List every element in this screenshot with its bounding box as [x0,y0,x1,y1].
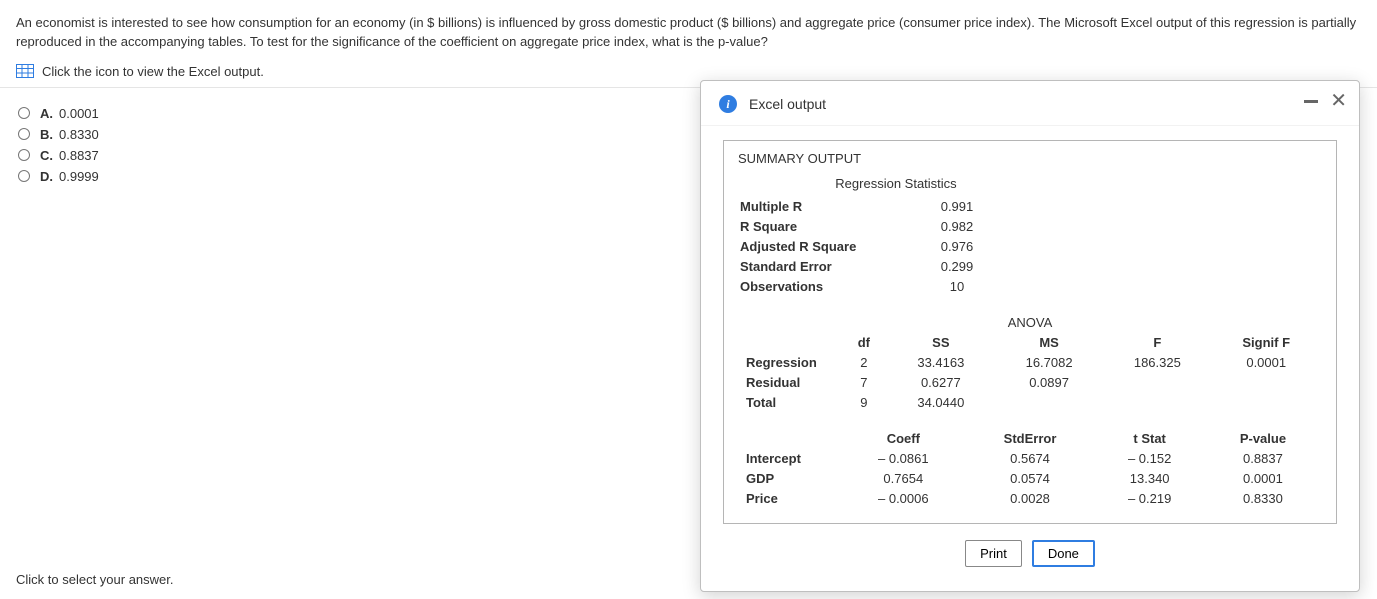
cell: – 0.219 [1095,489,1203,507]
table-icon [16,64,34,78]
cell: – 0.152 [1095,449,1203,467]
cell: Total [740,393,840,411]
cell: 0.8330 [1206,489,1320,507]
anova-header: SS [888,333,994,351]
stat-value: 10 [902,277,1012,295]
done-button[interactable]: Done [1032,540,1095,567]
option-value: 0.8330 [59,127,99,142]
stat-label: Multiple R [740,197,900,215]
modal-header: i Excel output ✕ [701,81,1359,126]
table-row: Intercept – 0.0861 0.5674 – 0.152 0.8837 [740,449,1320,467]
anova-header: F [1104,333,1210,351]
anova-header: df [842,333,886,351]
anova-title: ANOVA [740,313,1320,331]
cell: 0.8837 [1206,449,1320,467]
option-letter: A. [40,106,53,121]
cell: 34.0440 [888,393,994,411]
radio-icon[interactable] [18,149,30,161]
cell [1104,393,1210,411]
coef-header: StdError [967,429,1094,447]
stat-value: 0.991 [902,197,1012,215]
summary-output-box: SUMMARY OUTPUT Regression Statistics Mul… [723,140,1337,524]
cell: 0.5674 [967,449,1094,467]
option-letter: C. [40,148,53,163]
radio-icon[interactable] [18,128,30,140]
cell [1212,393,1320,411]
cell [996,393,1102,411]
footer-instruction: Click to select your answer. [16,572,174,587]
cell: 7 [842,373,886,391]
coef-header: P-value [1206,429,1320,447]
option-letter: D. [40,169,53,184]
close-icon[interactable]: ✕ [1330,91,1347,111]
cell: 13.340 [1095,469,1203,487]
cell: 9 [842,393,886,411]
stat-label: Adjusted R Square [740,237,900,255]
regression-statistics-table: Regression Statistics Multiple R0.991 R … [738,174,1322,297]
cell: 0.0897 [996,373,1102,391]
coef-header: Coeff [842,429,965,447]
stat-value: 0.982 [902,217,1012,235]
table-row: Residual 7 0.6277 0.0897 [740,373,1320,391]
cell: 0.6277 [888,373,994,391]
table-row: GDP 0.7654 0.0574 13.340 0.0001 [740,469,1320,487]
cell: 0.7654 [842,469,965,487]
cell: 0.0028 [967,489,1094,507]
cell: 16.7082 [996,353,1102,371]
cell: 0.0001 [1206,469,1320,487]
summary-output-title: SUMMARY OUTPUT [738,149,1322,174]
table-row: Price – 0.0006 0.0028 – 0.219 0.8330 [740,489,1320,507]
option-value: 0.9999 [59,169,99,184]
anova-header: Signif F [1212,333,1320,351]
stat-label: Standard Error [740,257,900,275]
stat-label: R Square [740,217,900,235]
question-text: An economist is interested to see how co… [0,0,1377,60]
radio-icon[interactable] [18,170,30,182]
modal-title: Excel output [749,96,826,112]
option-letter: B. [40,127,53,142]
print-button[interactable]: Print [965,540,1022,567]
view-output-label: Click the icon to view the Excel output. [42,64,264,79]
option-value: 0.0001 [59,106,99,121]
table-row: Total 9 34.0440 [740,393,1320,411]
coef-header [740,429,840,447]
stat-label: Observations [740,277,900,295]
cell [1212,373,1320,391]
cell: 0.0001 [1212,353,1320,371]
anova-table: ANOVA df SS MS F Signif F Regression 2 3… [738,311,1322,413]
cell: GDP [740,469,840,487]
cell: Regression [740,353,840,371]
cell: Price [740,489,840,507]
table-row: Regression 2 33.4163 16.7082 186.325 0.0… [740,353,1320,371]
cell: – 0.0006 [842,489,965,507]
cell: Residual [740,373,840,391]
cell: – 0.0861 [842,449,965,467]
cell: Intercept [740,449,840,467]
reg-stats-title: Regression Statistics [740,176,1012,195]
coef-header: t Stat [1095,429,1203,447]
cell: 0.0574 [967,469,1094,487]
excel-output-modal: i Excel output ✕ SUMMARY OUTPUT Regressi… [700,80,1360,592]
cell [1104,373,1210,391]
cell: 33.4163 [888,353,994,371]
option-value: 0.8837 [59,148,99,163]
stat-value: 0.976 [902,237,1012,255]
stat-value: 0.299 [902,257,1012,275]
cell: 186.325 [1104,353,1210,371]
anova-header: MS [996,333,1102,351]
coefficients-table: Coeff StdError t Stat P-value Intercept … [738,427,1322,509]
anova-header [740,333,840,351]
radio-icon[interactable] [18,107,30,119]
info-icon: i [719,95,737,113]
minimize-icon[interactable] [1304,99,1318,103]
cell: 2 [842,353,886,371]
